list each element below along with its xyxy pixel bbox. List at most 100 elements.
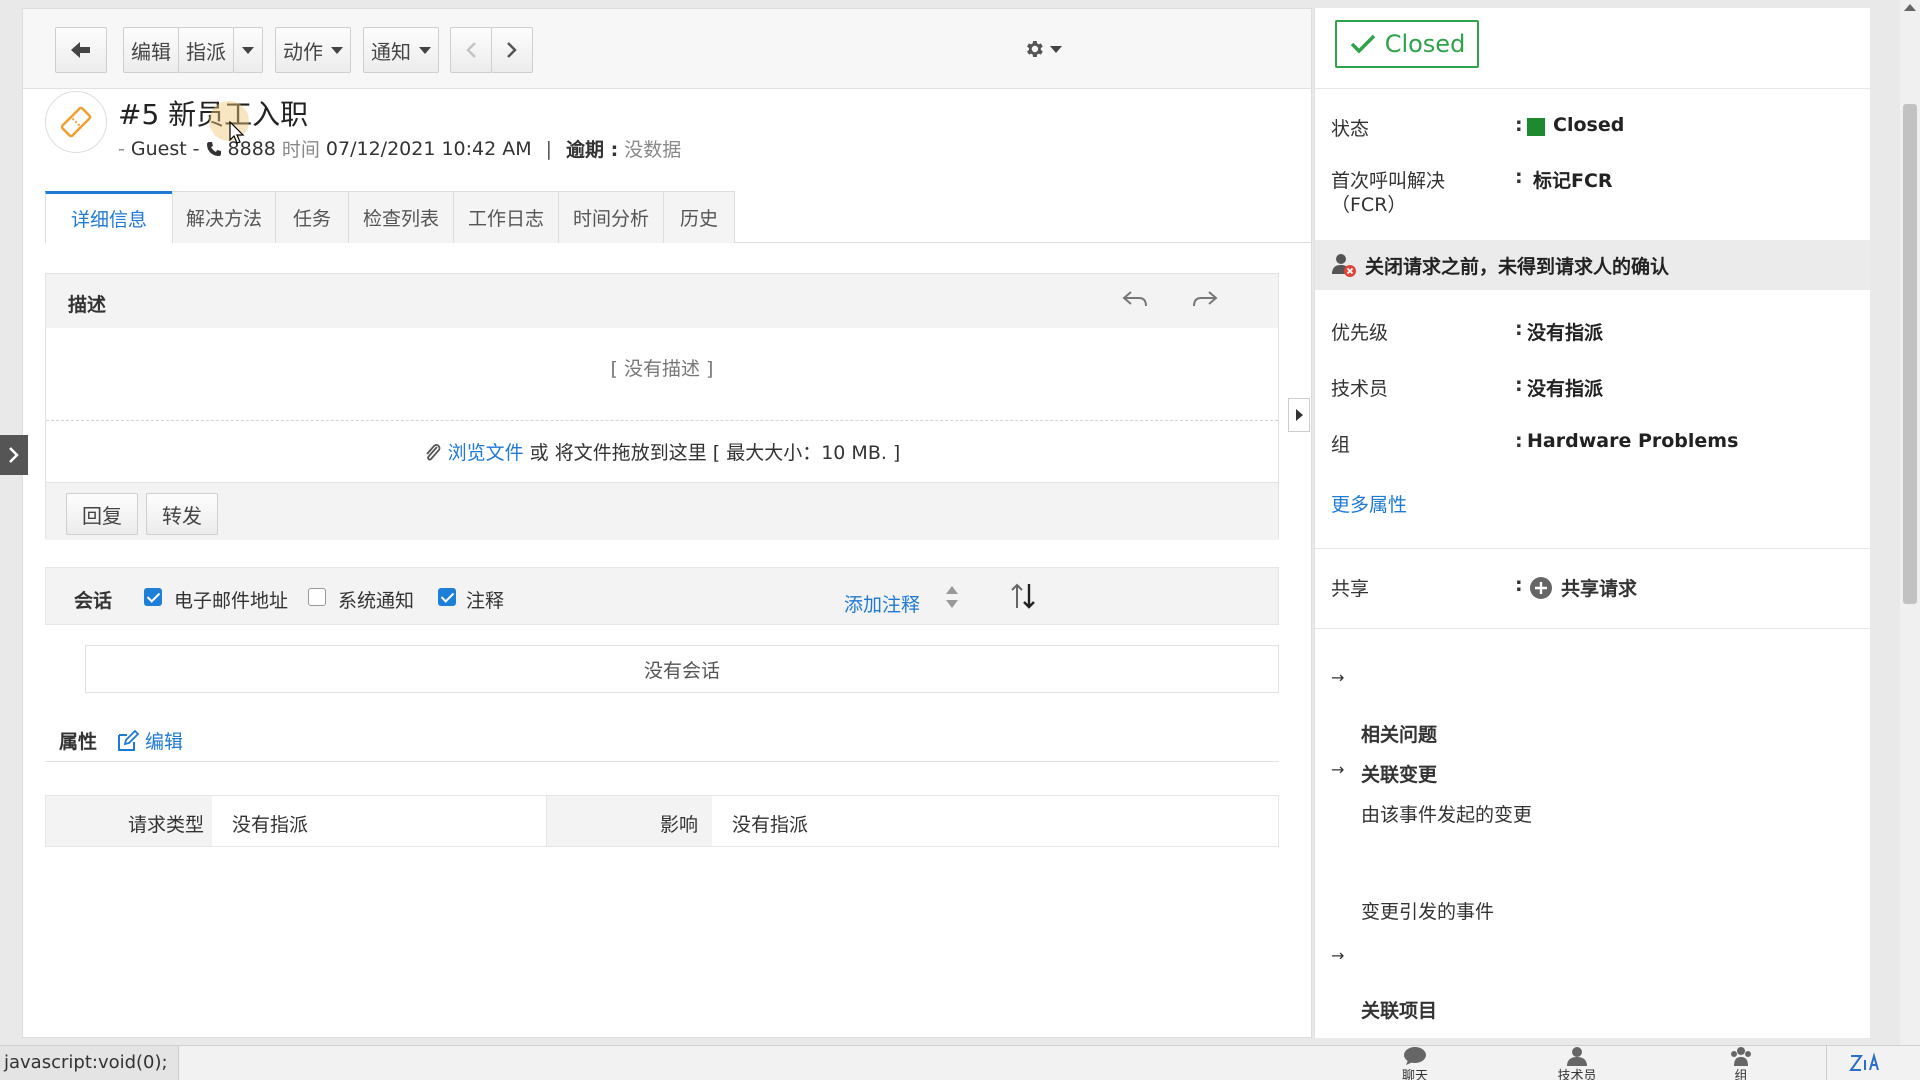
redo-button[interactable] bbox=[1191, 288, 1219, 317]
assign-dropdown-button[interactable] bbox=[233, 27, 263, 73]
next-button[interactable] bbox=[491, 27, 533, 73]
ticket-icon bbox=[45, 91, 107, 153]
share-colon: : bbox=[1515, 574, 1523, 596]
linked-projects-heading[interactable]: 关联项目 bbox=[1361, 996, 1437, 1023]
undo-icon bbox=[1122, 291, 1147, 307]
impact-label: 影响 bbox=[660, 814, 699, 836]
fcr-colon: : bbox=[1515, 166, 1523, 188]
group-colon: : bbox=[1515, 430, 1523, 452]
browse-files-link[interactable]: 浏览文件 bbox=[448, 438, 524, 465]
properties-divider bbox=[45, 761, 1279, 762]
main-panel: 编辑 指派 动作 通知 #5 新员工入职 - Guest - 8888 时间 0… bbox=[22, 8, 1312, 1038]
chat-dock-button[interactable]: 聊天 bbox=[1390, 1046, 1440, 1080]
arrow-icon: → bbox=[1331, 760, 1345, 779]
sort-button[interactable] bbox=[1010, 582, 1036, 615]
description-header bbox=[46, 274, 1278, 328]
phone-icon bbox=[206, 141, 221, 156]
chevron-right-icon bbox=[9, 447, 19, 463]
sidebar-divider-2 bbox=[1315, 628, 1870, 629]
sidebar-toggle[interactable] bbox=[1288, 398, 1310, 432]
notes-checkbox[interactable] bbox=[438, 588, 456, 606]
chevron-down-icon bbox=[419, 46, 431, 54]
notify-label: 通知 bbox=[371, 39, 411, 64]
impact-value: 没有指派 bbox=[732, 814, 809, 836]
share-request-button[interactable]: 共享请求 bbox=[1529, 574, 1637, 601]
arrow-icon: → bbox=[1331, 668, 1345, 687]
description-title: 描述 bbox=[68, 294, 107, 316]
undo-button[interactable] bbox=[1121, 288, 1149, 317]
request-type-label: 请求类型 bbox=[128, 814, 205, 836]
edit-button[interactable]: 编辑 bbox=[123, 27, 179, 73]
gear-icon bbox=[1027, 41, 1043, 57]
tab-details[interactable]: 详细信息 bbox=[45, 191, 173, 243]
due-value: 没数据 bbox=[624, 139, 682, 161]
email-checkbox[interactable] bbox=[144, 588, 162, 606]
related-problems-heading[interactable]: 相关问题 bbox=[1361, 720, 1437, 747]
assistant-dock-button[interactable] bbox=[1826, 1046, 1900, 1080]
linked-changes-heading[interactable]: 关联变更 bbox=[1361, 760, 1437, 787]
conversation-empty: 没有会话 bbox=[85, 645, 1279, 693]
requester-name[interactable]: Guest bbox=[131, 138, 187, 160]
previous-button[interactable] bbox=[450, 27, 492, 73]
back-button[interactable] bbox=[55, 27, 107, 73]
system-notification-checkbox[interactable] bbox=[308, 588, 326, 606]
group-dock-button[interactable]: 组 bbox=[1716, 1046, 1766, 1080]
created-time: 07/12/2021 10:42 AM bbox=[325, 137, 532, 160]
more-properties-link[interactable]: 更多属性 bbox=[1331, 490, 1407, 517]
properties-edit-button[interactable]: 编辑 bbox=[117, 727, 183, 754]
email-checkbox-label: 电子邮件地址 bbox=[174, 590, 289, 612]
request-type-value: 没有指派 bbox=[232, 814, 309, 836]
group-icon bbox=[1731, 1047, 1751, 1066]
fcr-label-line2: （FCR） bbox=[1331, 194, 1407, 216]
meta-dash-2: - bbox=[192, 137, 200, 160]
notes-label: 注释 bbox=[466, 590, 505, 612]
mouse-cursor-icon bbox=[229, 121, 245, 144]
assign-button[interactable]: 指派 bbox=[178, 27, 234, 73]
conversation-title: 会话 bbox=[74, 590, 113, 612]
system-notification-label: 系统通知 bbox=[338, 590, 415, 612]
edit-icon bbox=[118, 729, 139, 751]
technician-value[interactable]: 没有指派 bbox=[1527, 374, 1603, 401]
left-panel-toggle[interactable] bbox=[0, 435, 28, 475]
due-label: 逾期 : bbox=[566, 139, 619, 161]
settings-dropdown[interactable] bbox=[1023, 29, 1063, 69]
tab-tasks[interactable]: 任务 bbox=[275, 191, 349, 243]
group-label: 组 bbox=[1331, 434, 1351, 456]
tab-bar: 详细信息 解决方法 任务 检查列表 工作日志 时间分析 历史 bbox=[45, 191, 1311, 243]
paperclip-icon bbox=[425, 443, 441, 461]
tab-resolution[interactable]: 解决方法 bbox=[172, 191, 276, 243]
expand-collapse-button[interactable] bbox=[944, 584, 960, 615]
sidebar-header-divider bbox=[1315, 88, 1870, 89]
user-blocked-icon bbox=[1332, 254, 1356, 277]
closed-status-button[interactable]: Closed bbox=[1335, 20, 1479, 68]
properties-edit-label: 编辑 bbox=[145, 731, 184, 753]
group-dock-label: 组 bbox=[1734, 1069, 1748, 1080]
toolbar: 编辑 指派 动作 通知 bbox=[23, 9, 1311, 89]
scrollbar-up-arrow[interactable] bbox=[1904, 4, 1916, 11]
share-label: 共享 bbox=[1331, 578, 1370, 600]
fcr-value[interactable]: 标记FCR bbox=[1533, 166, 1613, 193]
actions-label: 动作 bbox=[283, 39, 323, 64]
scrollbar-thumb[interactable] bbox=[1903, 104, 1917, 604]
add-note-link[interactable]: 添加注释 bbox=[844, 590, 920, 617]
check-icon bbox=[1350, 34, 1375, 54]
zia-icon bbox=[1848, 1052, 1879, 1071]
caret-right-icon bbox=[1295, 409, 1303, 421]
page-scrollbar[interactable] bbox=[1900, 0, 1920, 1045]
technician-dock-button[interactable]: 技术员 bbox=[1552, 1046, 1602, 1080]
tab-history[interactable]: 历史 bbox=[663, 191, 735, 243]
group-value[interactable]: Hardware Problems bbox=[1527, 430, 1738, 452]
reply-button[interactable]: 回复 bbox=[66, 493, 138, 535]
tab-worklog[interactable]: 工作日志 bbox=[453, 191, 559, 243]
status-value: Closed bbox=[1553, 114, 1625, 136]
tab-checklist[interactable]: 检查列表 bbox=[348, 191, 454, 243]
tab-time-analysis[interactable]: 时间分析 bbox=[558, 191, 664, 243]
forward-button[interactable]: 转发 bbox=[146, 493, 218, 535]
notify-dropdown[interactable]: 通知 bbox=[363, 27, 439, 73]
status-label: 状态 bbox=[1331, 118, 1370, 140]
meta-dash: - bbox=[118, 137, 125, 160]
priority-label: 优先级 bbox=[1331, 322, 1389, 344]
priority-value[interactable]: 没有指派 bbox=[1527, 318, 1603, 345]
actions-dropdown[interactable]: 动作 bbox=[275, 27, 351, 73]
properties-row: 请求类型 没有指派 影响 没有指派 bbox=[45, 795, 1279, 847]
